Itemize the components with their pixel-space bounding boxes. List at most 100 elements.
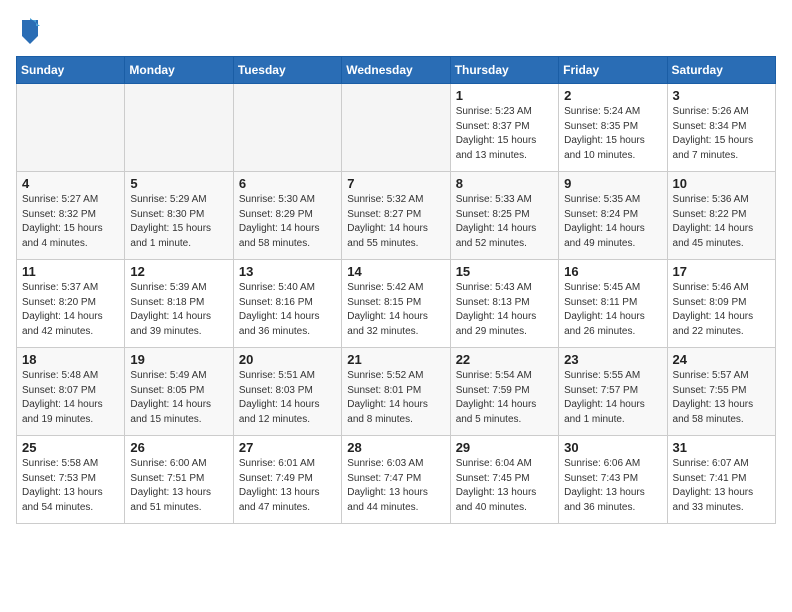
day-info: Sunrise: 5:48 AM Sunset: 8:07 PM Dayligh… bbox=[22, 369, 119, 427]
day-info: Sunrise: 5:57 AM Sunset: 7:55 PM Dayligh… bbox=[673, 369, 770, 427]
header-row: SundayMondayTuesdayWednesdayThursdayFrid… bbox=[17, 57, 776, 84]
calendar-cell: 21Sunrise: 5:52 AM Sunset: 8:01 PM Dayli… bbox=[342, 348, 450, 436]
week-row-4: 18 Sunrise: 5:48 AM Sunset: 8:07 PM Dayli… bbox=[17, 348, 776, 436]
day-number: 24 bbox=[673, 352, 770, 367]
week-row-1: 1Sunrise: 5:23 AM Sunset: 8:37 PM Daylig… bbox=[17, 84, 776, 172]
day-info: Sunrise: 5:35 AM Sunset: 8:24 PM Dayligh… bbox=[564, 193, 661, 251]
calendar-cell: 5Sunrise: 5:29 AM Sunset: 8:30 PM Daylig… bbox=[125, 172, 233, 260]
day-info: Sunrise: 5:58 AM Sunset: 7:53 PM Dayligh… bbox=[22, 457, 119, 515]
day-info: Sunrise: 5:51 AM Sunset: 8:03 PM Dayligh… bbox=[239, 369, 336, 427]
day-info: Sunrise: 5:55 AM Sunset: 7:57 PM Dayligh… bbox=[564, 369, 661, 427]
calendar-cell bbox=[125, 84, 233, 172]
day-number: 6 bbox=[239, 176, 336, 191]
calendar-cell: 10 Sunrise: 5:36 AM Sunset: 8:22 PM Dayli… bbox=[667, 172, 775, 260]
day-number: 15 bbox=[456, 264, 553, 279]
day-number: 16 bbox=[564, 264, 661, 279]
calendar-cell: 20Sunrise: 5:51 AM Sunset: 8:03 PM Dayli… bbox=[233, 348, 341, 436]
day-info: Sunrise: 5:54 AM Sunset: 7:59 PM Dayligh… bbox=[456, 369, 553, 427]
calendar-cell: 2 Sunrise: 5:24 AM Sunset: 8:35 PM Daylig… bbox=[559, 84, 667, 172]
day-info: Sunrise: 6:03 AM Sunset: 7:47 PM Dayligh… bbox=[347, 457, 444, 515]
day-info: Sunrise: 5:32 AM Sunset: 8:27 PM Dayligh… bbox=[347, 193, 444, 251]
column-header-thursday: Thursday bbox=[450, 57, 558, 84]
day-number: 23 bbox=[564, 352, 661, 367]
calendar-cell: 8 Sunrise: 5:33 AM Sunset: 8:25 PM Daylig… bbox=[450, 172, 558, 260]
column-header-tuesday: Tuesday bbox=[233, 57, 341, 84]
day-number: 5 bbox=[130, 176, 227, 191]
day-info: Sunrise: 5:49 AM Sunset: 8:05 PM Dayligh… bbox=[130, 369, 227, 427]
day-info: Sunrise: 5:43 AM Sunset: 8:13 PM Dayligh… bbox=[456, 281, 553, 339]
day-number: 14 bbox=[347, 264, 444, 279]
day-info: Sunrise: 5:36 AM Sunset: 8:22 PM Dayligh… bbox=[673, 193, 770, 251]
calendar-cell bbox=[17, 84, 125, 172]
logo bbox=[16, 16, 42, 44]
calendar-table: SundayMondayTuesdayWednesdayThursdayFrid… bbox=[16, 56, 776, 524]
day-number: 25 bbox=[22, 440, 119, 455]
day-info: Sunrise: 5:27 AM Sunset: 8:32 PM Dayligh… bbox=[22, 193, 119, 251]
day-info: Sunrise: 5:24 AM Sunset: 8:35 PM Dayligh… bbox=[564, 105, 661, 163]
week-row-5: 25 Sunrise: 5:58 AM Sunset: 7:53 PM Dayli… bbox=[17, 436, 776, 524]
calendar-cell: 18 Sunrise: 5:48 AM Sunset: 8:07 PM Dayli… bbox=[17, 348, 125, 436]
calendar-cell: 13 Sunrise: 5:40 AM Sunset: 8:16 PM Dayli… bbox=[233, 260, 341, 348]
day-info: Sunrise: 5:46 AM Sunset: 8:09 PM Dayligh… bbox=[673, 281, 770, 339]
day-info: Sunrise: 5:42 AM Sunset: 8:15 PM Dayligh… bbox=[347, 281, 444, 339]
day-number: 9 bbox=[564, 176, 661, 191]
day-number: 2 bbox=[564, 88, 661, 103]
day-info: Sunrise: 5:37 AM Sunset: 8:20 PM Dayligh… bbox=[22, 281, 119, 339]
day-info: Sunrise: 5:40 AM Sunset: 8:16 PM Dayligh… bbox=[239, 281, 336, 339]
calendar-cell: 27 Sunrise: 6:01 AM Sunset: 7:49 PM Dayli… bbox=[233, 436, 341, 524]
day-number: 4 bbox=[22, 176, 119, 191]
page-header bbox=[16, 16, 776, 44]
day-info: Sunrise: 5:26 AM Sunset: 8:34 PM Dayligh… bbox=[673, 105, 770, 163]
day-info: Sunrise: 6:04 AM Sunset: 7:45 PM Dayligh… bbox=[456, 457, 553, 515]
calendar-cell: 9 Sunrise: 5:35 AM Sunset: 8:24 PM Daylig… bbox=[559, 172, 667, 260]
day-number: 13 bbox=[239, 264, 336, 279]
calendar-cell: 11Sunrise: 5:37 AM Sunset: 8:20 PM Dayli… bbox=[17, 260, 125, 348]
day-number: 1 bbox=[456, 88, 553, 103]
column-header-saturday: Saturday bbox=[667, 57, 775, 84]
day-info: Sunrise: 6:00 AM Sunset: 7:51 PM Dayligh… bbox=[130, 457, 227, 515]
column-header-wednesday: Wednesday bbox=[342, 57, 450, 84]
day-number: 26 bbox=[130, 440, 227, 455]
day-number: 12 bbox=[130, 264, 227, 279]
calendar-cell: 31Sunrise: 6:07 AM Sunset: 7:41 PM Dayli… bbox=[667, 436, 775, 524]
day-info: Sunrise: 5:33 AM Sunset: 8:25 PM Dayligh… bbox=[456, 193, 553, 251]
calendar-cell: 29 Sunrise: 6:04 AM Sunset: 7:45 PM Dayli… bbox=[450, 436, 558, 524]
day-number: 27 bbox=[239, 440, 336, 455]
calendar-cell: 1Sunrise: 5:23 AM Sunset: 8:37 PM Daylig… bbox=[450, 84, 558, 172]
day-number: 29 bbox=[456, 440, 553, 455]
day-info: Sunrise: 5:39 AM Sunset: 8:18 PM Dayligh… bbox=[130, 281, 227, 339]
day-info: Sunrise: 6:01 AM Sunset: 7:49 PM Dayligh… bbox=[239, 457, 336, 515]
calendar-cell: 24 Sunrise: 5:57 AM Sunset: 7:55 PM Dayli… bbox=[667, 348, 775, 436]
calendar-cell: 26 Sunrise: 6:00 AM Sunset: 7:51 PM Dayli… bbox=[125, 436, 233, 524]
calendar-cell: 23 Sunrise: 5:55 AM Sunset: 7:57 PM Dayli… bbox=[559, 348, 667, 436]
day-number: 10 bbox=[673, 176, 770, 191]
calendar-cell: 12 Sunrise: 5:39 AM Sunset: 8:18 PM Dayli… bbox=[125, 260, 233, 348]
day-number: 8 bbox=[456, 176, 553, 191]
column-header-friday: Friday bbox=[559, 57, 667, 84]
column-header-sunday: Sunday bbox=[17, 57, 125, 84]
day-number: 28 bbox=[347, 440, 444, 455]
calendar-cell: 16 Sunrise: 5:45 AM Sunset: 8:11 PM Dayli… bbox=[559, 260, 667, 348]
logo-icon bbox=[18, 16, 42, 44]
day-number: 22 bbox=[456, 352, 553, 367]
calendar-cell: 7 Sunrise: 5:32 AM Sunset: 8:27 PM Daylig… bbox=[342, 172, 450, 260]
day-info: Sunrise: 6:06 AM Sunset: 7:43 PM Dayligh… bbox=[564, 457, 661, 515]
day-info: Sunrise: 5:45 AM Sunset: 8:11 PM Dayligh… bbox=[564, 281, 661, 339]
calendar-cell: 14 Sunrise: 5:42 AM Sunset: 8:15 PM Dayli… bbox=[342, 260, 450, 348]
day-number: 19 bbox=[130, 352, 227, 367]
day-number: 17 bbox=[673, 264, 770, 279]
week-row-3: 11Sunrise: 5:37 AM Sunset: 8:20 PM Dayli… bbox=[17, 260, 776, 348]
day-number: 31 bbox=[673, 440, 770, 455]
day-number: 7 bbox=[347, 176, 444, 191]
day-number: 30 bbox=[564, 440, 661, 455]
calendar-cell: 17 Sunrise: 5:46 AM Sunset: 8:09 PM Dayli… bbox=[667, 260, 775, 348]
day-info: Sunrise: 5:30 AM Sunset: 8:29 PM Dayligh… bbox=[239, 193, 336, 251]
calendar-cell: 15 Sunrise: 5:43 AM Sunset: 8:13 PM Dayli… bbox=[450, 260, 558, 348]
day-number: 18 bbox=[22, 352, 119, 367]
calendar-cell: 25 Sunrise: 5:58 AM Sunset: 7:53 PM Dayli… bbox=[17, 436, 125, 524]
calendar-cell: 22 Sunrise: 5:54 AM Sunset: 7:59 PM Dayli… bbox=[450, 348, 558, 436]
day-number: 21 bbox=[347, 352, 444, 367]
calendar-cell: 19 Sunrise: 5:49 AM Sunset: 8:05 PM Dayli… bbox=[125, 348, 233, 436]
calendar-cell: 6 Sunrise: 5:30 AM Sunset: 8:29 PM Daylig… bbox=[233, 172, 341, 260]
calendar-cell: 3Sunrise: 5:26 AM Sunset: 8:34 PM Daylig… bbox=[667, 84, 775, 172]
